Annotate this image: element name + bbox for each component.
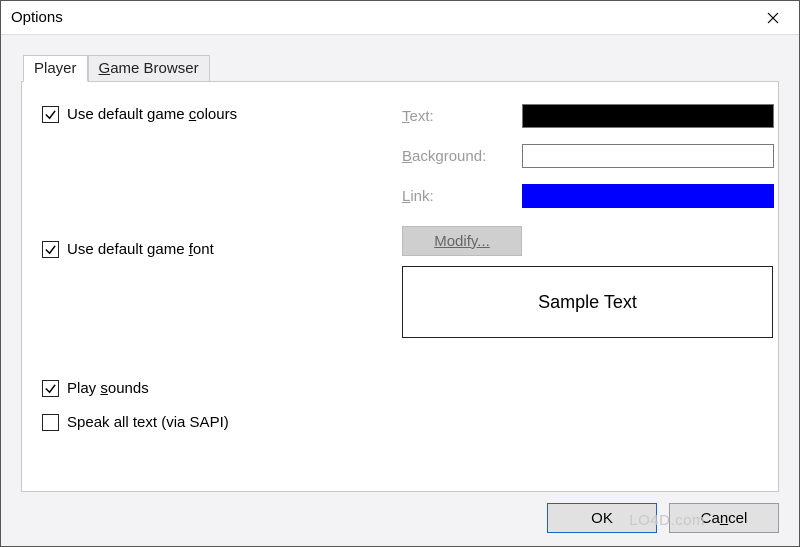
checkbox-play-sounds[interactable] [42, 380, 59, 397]
tab-strip: Player Game Browser [23, 55, 779, 81]
tab-game-browser-label: Game Browser [99, 60, 199, 77]
cancel-button-label: Cancel [701, 510, 748, 527]
cancel-button[interactable]: Cancel [669, 503, 779, 533]
row-speak-text: Speak all text (via SAPI) [42, 414, 229, 431]
checkbox-default-colours[interactable] [42, 106, 59, 123]
colour-row-text: Text: [402, 98, 774, 134]
label-link-colour: Link: [402, 188, 522, 205]
tab-game-browser[interactable]: Game Browser [88, 55, 210, 81]
colour-row-background: Background: [402, 138, 774, 174]
swatch-link-colour[interactable] [522, 184, 774, 208]
row-play-sounds: Play sounds [42, 380, 149, 397]
checkbox-speak-text[interactable] [42, 414, 59, 431]
tab-player[interactable]: Player [23, 55, 88, 82]
colour-row-link: Link: [402, 178, 774, 214]
label-default-font: Use default game font [67, 241, 214, 258]
dialog-body: Player Game Browser Use default game col… [21, 55, 779, 494]
check-icon [44, 108, 57, 121]
close-icon [767, 12, 779, 24]
label-background-colour: Background: [402, 148, 522, 165]
close-button[interactable] [753, 4, 793, 32]
label-play-sounds: Play sounds [67, 380, 149, 397]
window-title: Options [11, 9, 63, 26]
modify-font-label: Modify... [434, 233, 490, 250]
checkbox-default-font[interactable] [42, 241, 59, 258]
tab-panel-player: Use default game colours Text: Backgroun… [21, 81, 779, 492]
options-dialog: Options Player Game Browser Use default … [0, 0, 800, 547]
dialog-buttons: OK Cancel [547, 503, 779, 533]
ok-button[interactable]: OK [547, 503, 657, 533]
tab-player-label: Player [34, 60, 77, 77]
colour-grid: Text: Background: Link: [402, 98, 774, 218]
label-default-colours: Use default game colours [67, 106, 237, 123]
font-sample-text: Sample Text [538, 292, 637, 313]
label-speak-text: Speak all text (via SAPI) [67, 414, 229, 431]
titlebar: Options [1, 1, 799, 35]
check-icon [44, 243, 57, 256]
font-sample-box: Sample Text [402, 266, 773, 338]
swatch-text-colour[interactable] [522, 104, 774, 128]
swatch-background-colour[interactable] [522, 144, 774, 168]
modify-font-button[interactable]: Modify... [402, 226, 522, 256]
ok-button-label: OK [591, 510, 613, 527]
label-text-colour: Text: [402, 108, 522, 125]
check-icon [44, 382, 57, 395]
font-controls: Modify... Sample Text [402, 226, 773, 338]
